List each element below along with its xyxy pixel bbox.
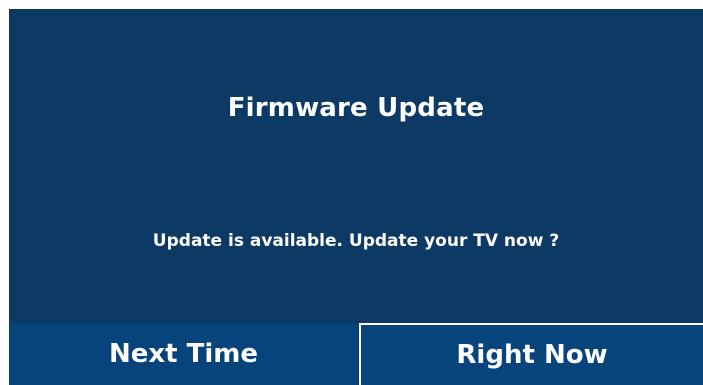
dialog-message: Update is available. Update your TV now …: [152, 231, 560, 251]
dialog-title: Firmware Update: [227, 93, 485, 123]
right-now-button-label: Right Now: [456, 340, 608, 370]
firmware-update-dialog: Firmware Update Update is available. Upd…: [9, 9, 703, 385]
next-time-button[interactable]: Next Time: [9, 323, 358, 385]
right-now-button[interactable]: Right Now: [359, 323, 703, 385]
dialog-button-row: Next Time Right Now: [9, 323, 703, 385]
next-time-button-label: Next Time: [108, 339, 259, 369]
